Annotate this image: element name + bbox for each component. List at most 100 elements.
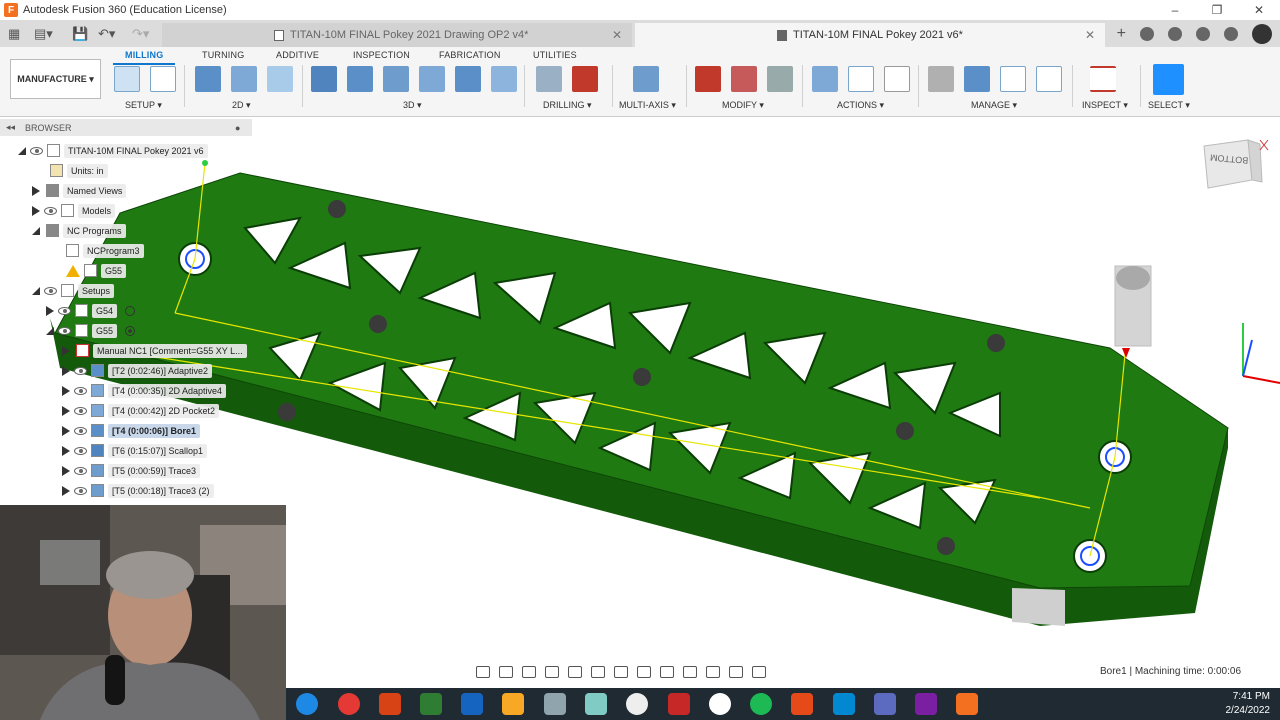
expand-icon[interactable] [62, 385, 70, 396]
pan-icon[interactable] [522, 666, 536, 678]
tool-icon[interactable] [767, 66, 793, 92]
new-setup-icon[interactable] [150, 66, 176, 92]
machine-library-icon[interactable] [964, 66, 990, 92]
group-modify[interactable]: MODIFY ▾ [722, 100, 764, 111]
grid-menu-icon[interactable]: ▦ [8, 20, 20, 47]
tree-units[interactable]: Units: in [50, 161, 108, 180]
word-icon[interactable] [461, 693, 483, 715]
cut-icon[interactable] [695, 66, 721, 92]
group-drilling[interactable]: DRILLING ▾ [543, 100, 592, 111]
expand-icon[interactable] [62, 425, 70, 436]
expand-icon[interactable] [32, 205, 40, 216]
teams-icon[interactable] [874, 693, 896, 715]
toolpath-display-icon[interactable] [660, 666, 674, 678]
2d-adaptive-icon[interactable] [195, 66, 221, 92]
workspace-switcher[interactable]: MANUFACTURE ▾ [10, 59, 101, 99]
view-cube[interactable]: BOTTOM [1198, 136, 1278, 196]
group-manage[interactable]: MANAGE ▾ [971, 100, 1017, 111]
powerpoint-icon[interactable] [379, 693, 401, 715]
visibility-icon[interactable] [74, 486, 87, 495]
tree-named-views[interactable]: Named Views [32, 181, 127, 200]
help-icon[interactable] [1224, 26, 1238, 41]
select-icon[interactable] [1153, 64, 1184, 95]
tab-drawing-op2[interactable]: TITAN-10M FINAL Pokey 2021 Drawing OP2 v… [162, 23, 632, 47]
post-library-icon[interactable] [1000, 66, 1026, 92]
visibility-icon[interactable] [44, 286, 57, 295]
visibility-icon[interactable] [74, 466, 87, 475]
pocket-clearing-icon[interactable] [347, 66, 373, 92]
app-icon[interactable] [791, 693, 813, 715]
collapse-icon[interactable] [32, 226, 40, 235]
post-process-icon[interactable] [848, 66, 874, 92]
tree-manual-nc1[interactable]: Manual NC1 [Comment=G55 XY L... [62, 341, 247, 360]
visibility-icon[interactable] [74, 426, 87, 435]
simulation-icon[interactable] [683, 666, 697, 678]
camera-icon[interactable] [729, 666, 743, 678]
multi-axis-icon[interactable] [633, 66, 659, 92]
filter-icon[interactable] [752, 666, 766, 678]
tree-nc-programs[interactable]: NC Programs [32, 221, 126, 240]
tab-utilities[interactable]: UTILITIES [533, 50, 577, 60]
spotify-icon[interactable] [750, 693, 772, 715]
tree-op-bore1[interactable]: [T4 (0:00:06)] Bore1 [62, 421, 201, 440]
visibility-icon[interactable] [58, 306, 71, 315]
collapse-icon[interactable] [32, 286, 40, 295]
measure-icon[interactable] [1090, 66, 1116, 92]
notifications-icon[interactable] [1196, 26, 1210, 41]
zoom-icon[interactable] [545, 666, 559, 678]
activate-icon[interactable] [125, 305, 136, 316]
excel-icon[interactable] [420, 693, 442, 715]
drill-icon[interactable] [536, 66, 562, 92]
viewports-icon[interactable] [637, 666, 651, 678]
save-icon[interactable]: 💾 [72, 20, 88, 47]
collapse-icon[interactable] [18, 146, 26, 155]
expand-icon[interactable] [62, 445, 70, 456]
expand-icon[interactable] [62, 485, 70, 496]
tree-setup-g54[interactable]: G54 [46, 301, 136, 320]
visibility-icon[interactable] [74, 446, 87, 455]
expand-icon[interactable] [62, 405, 70, 416]
new-folder-icon[interactable] [114, 66, 140, 92]
parallel-icon[interactable] [419, 66, 445, 92]
hole-recognition-icon[interactable] [572, 66, 598, 92]
app-icon[interactable] [709, 693, 731, 715]
close-icon[interactable]: ✕ [1238, 0, 1280, 20]
scallop-icon[interactable] [455, 66, 481, 92]
browser-minimize-icon[interactable]: ● [235, 123, 240, 133]
group-3d[interactable]: 3D ▾ [403, 100, 422, 111]
minimize-icon[interactable]: – [1154, 0, 1196, 20]
tab-model-v6[interactable]: TITAN-10M FINAL Pokey 2021 v6* ✕ [635, 23, 1105, 47]
tab-additive[interactable]: ADDITIVE [276, 50, 319, 60]
tree-setup-g55[interactable]: G55 [46, 321, 136, 340]
onenote-icon[interactable] [915, 693, 937, 715]
tree-ncprogram3[interactable]: NCProgram3 [66, 241, 144, 260]
tree-op-trace3[interactable]: [T5 (0:00:59)] Trace3 [62, 461, 201, 480]
visibility-icon[interactable] [74, 386, 87, 395]
visibility-icon[interactable] [58, 326, 71, 335]
app-icon[interactable] [544, 693, 566, 715]
2d-pocket-icon[interactable] [231, 66, 257, 92]
app-icon[interactable] [585, 693, 607, 715]
close-tab-icon[interactable]: ✕ [612, 28, 622, 42]
tree-root[interactable]: TITAN-10M FINAL Pokey 2021 v6 [18, 141, 208, 160]
file-explorer-icon[interactable] [502, 693, 524, 715]
expand-icon[interactable] [46, 305, 54, 316]
app-icon[interactable] [833, 693, 855, 715]
group-2d[interactable]: 2D ▾ [232, 100, 251, 111]
taskbar-clock[interactable]: 7:41 PM 2/24/2022 [1226, 690, 1271, 718]
collapse-browser-icon[interactable]: ◂◂ [6, 122, 15, 133]
avatar[interactable] [1252, 23, 1272, 44]
visibility-icon[interactable] [30, 146, 43, 155]
edge-icon[interactable] [296, 693, 318, 715]
simulate-icon[interactable] [812, 66, 838, 92]
fit-icon[interactable] [568, 666, 582, 678]
delete-icon[interactable] [731, 66, 757, 92]
obs-icon[interactable] [626, 693, 648, 715]
adaptive-clearing-icon[interactable] [311, 66, 337, 92]
collapse-icon[interactable] [46, 326, 54, 335]
display-settings-icon[interactable] [591, 666, 605, 678]
visibility-icon[interactable] [74, 406, 87, 415]
restore-icon[interactable]: ❐ [1196, 0, 1238, 20]
stock-icon[interactable] [706, 666, 720, 678]
steep-shallow-icon[interactable] [383, 66, 409, 92]
